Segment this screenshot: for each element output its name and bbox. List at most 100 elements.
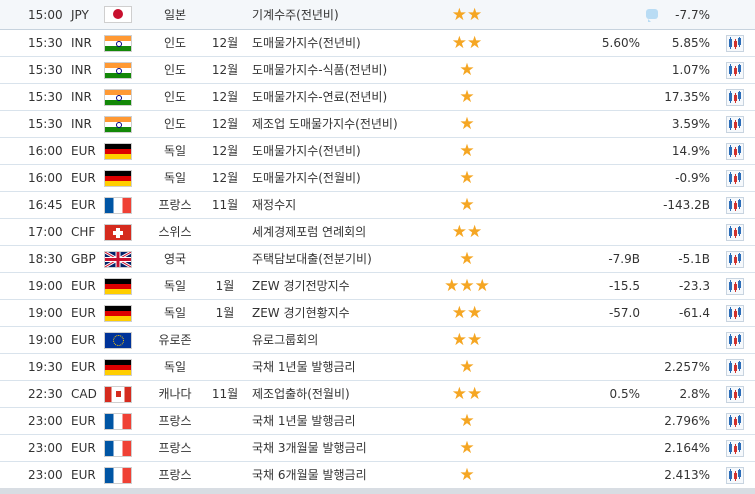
table-row[interactable]: 16:45 EUR 프랑스 11월 재정수지 ★ -143.2B (0, 192, 755, 219)
event-name[interactable]: 도매물가지수-식품(전년비) (252, 57, 432, 84)
event-name[interactable]: ZEW 경기현황지수 (252, 300, 432, 327)
event-period: 12월 (211, 144, 239, 158)
importance-stars: ★★ (451, 330, 483, 350)
chart-icon[interactable] (726, 386, 744, 403)
event-name[interactable]: 재정수지 (252, 192, 432, 219)
table-row[interactable]: 19:00 EUR 독일 1월 ZEW 경기전망지수 ★★★ -15.5 -23… (0, 273, 755, 300)
event-name[interactable]: 국채 6개월물 발행금리 (252, 462, 432, 489)
previous-value: 3.59% (671, 117, 710, 131)
country-flag-icon (104, 332, 132, 349)
chart-icon[interactable] (726, 89, 744, 106)
chart-icon[interactable] (726, 62, 744, 79)
event-name[interactable]: 유로그룹회의 (252, 327, 432, 354)
chart-icon[interactable] (726, 332, 744, 349)
event-name[interactable]: 기계수주(전년비) (252, 0, 432, 30)
chart-icon[interactable] (726, 467, 744, 484)
event-name[interactable]: 세계경제포럼 연례회의 (252, 219, 432, 246)
event-period: 12월 (211, 171, 239, 185)
country-flag-icon (104, 6, 132, 23)
table-row[interactable]: 18:30 GBP 영국 주택담보대출(전분기비) ★ -7.9B -5.1B (0, 246, 755, 273)
event-period: 12월 (211, 63, 239, 77)
table-row[interactable]: 15:00 JPY 일본 기계수주(전년비) ★★ -7.7% (0, 0, 755, 30)
chart-icon[interactable] (726, 35, 744, 52)
chart-icon[interactable] (726, 170, 744, 187)
chart-icon[interactable] (726, 143, 744, 160)
chart-icon[interactable] (726, 197, 744, 214)
previous-value: 2.257% (664, 360, 710, 374)
table-row[interactable]: 16:00 EUR 독일 12월 도매물가지수(전년비) ★ 14.9% (0, 138, 755, 165)
country-flag-icon (104, 197, 132, 214)
country-name: 독일 (163, 279, 187, 293)
event-name[interactable]: 제조업출하(전월비) (252, 381, 432, 408)
country-flag-icon (104, 170, 132, 187)
event-time: 23:00 (28, 468, 63, 482)
event-time: 19:30 (28, 360, 63, 374)
previous-value: -61.4 (678, 306, 710, 320)
country-name: 독일 (163, 360, 187, 374)
event-time: 19:00 (28, 279, 63, 293)
importance-stars: ★★ (451, 222, 483, 242)
event-period: 12월 (211, 90, 239, 104)
country-name: 스위스 (158, 225, 192, 239)
currency-code: EUR (71, 468, 96, 482)
country-flag-icon (104, 440, 132, 457)
chart-icon[interactable] (726, 440, 744, 457)
table-row[interactable]: 15:30 INR 인도 12월 제조업 도매물가지수(전년비) ★ 3.59% (0, 111, 755, 138)
event-name[interactable]: 국채 1년물 발행금리 (252, 408, 432, 435)
chart-icon[interactable] (726, 224, 744, 241)
event-name[interactable]: 주택담보대출(전분기비) (252, 246, 432, 273)
event-name[interactable]: 도매물가지수(전월비) (252, 165, 432, 192)
event-period: 1월 (215, 306, 235, 320)
table-row[interactable]: 23:00 EUR 프랑스 국채 6개월물 발행금리 ★ 2.413% (0, 462, 755, 489)
importance-stars: ★ (459, 141, 475, 161)
horizontal-scrollbar[interactable] (0, 488, 755, 494)
table-row[interactable]: 23:00 EUR 프랑스 국채 3개월물 발행금리 ★ 2.164% (0, 435, 755, 462)
table-row[interactable]: 15:30 INR 인도 12월 도매물가지수-식품(전년비) ★ 1.07% (0, 57, 755, 84)
previous-value: -143.2B (663, 198, 710, 212)
currency-code: EUR (71, 306, 96, 320)
table-row[interactable]: 19:00 EUR 독일 1월 ZEW 경기현황지수 ★★ -57.0 -61.… (0, 300, 755, 327)
country-name: 독일 (163, 306, 187, 320)
actual-value: -7.9B (608, 252, 640, 266)
event-name[interactable]: 도매물가지수(전년비) (252, 138, 432, 165)
chart-icon[interactable] (726, 251, 744, 268)
event-name[interactable]: 제조업 도매물가지수(전년비) (252, 111, 432, 138)
previous-value: 2.8% (679, 387, 711, 401)
chart-icon[interactable] (726, 413, 744, 430)
importance-stars: ★ (459, 249, 475, 269)
previous-value: 2.413% (664, 468, 710, 482)
table-row[interactable]: 22:30 CAD 캐나다 11월 제조업출하(전월비) ★★ 0.5% 2.8… (0, 381, 755, 408)
event-time: 19:00 (28, 333, 63, 347)
country-flag-icon (104, 35, 132, 52)
table-row[interactable]: 15:30 INR 인도 12월 도매물가지수(전년비) ★★ 5.60% 5.… (0, 30, 755, 57)
table-row[interactable]: 17:00 CHF 스위스 세계경제포럼 연례회의 ★★ (0, 219, 755, 246)
country-flag-icon (104, 62, 132, 79)
event-name[interactable]: 국채 1년물 발행금리 (252, 354, 432, 381)
event-name[interactable]: ZEW 경기전망지수 (252, 273, 432, 300)
actual-value: 0.5% (609, 387, 641, 401)
event-name[interactable]: 국채 3개월물 발행금리 (252, 435, 432, 462)
importance-stars: ★ (459, 87, 475, 107)
country-name: 인도 (163, 36, 187, 50)
event-period: 1월 (215, 279, 235, 293)
table-row[interactable]: 15:30 INR 인도 12월 도매물가지수-연료(전년비) ★ 17.35% (0, 84, 755, 111)
chart-icon[interactable] (726, 359, 744, 376)
table-row[interactable]: 23:00 EUR 프랑스 국채 1년물 발행금리 ★ 2.796% (0, 408, 755, 435)
currency-code: INR (71, 90, 92, 104)
country-name: 인도 (163, 117, 187, 131)
chart-icon[interactable] (726, 278, 744, 295)
chart-icon[interactable] (726, 305, 744, 322)
table-row[interactable]: 16:00 EUR 독일 12월 도매물가지수(전월비) ★ -0.9% (0, 165, 755, 192)
table-row[interactable]: 19:30 EUR 독일 국채 1년물 발행금리 ★ 2.257% (0, 354, 755, 381)
table-row[interactable]: 19:00 EUR 유로존 유로그룹회의 ★★ (0, 327, 755, 354)
event-name[interactable]: 도매물가지수(전년비) (252, 30, 432, 57)
event-time: 15:00 (28, 8, 63, 22)
event-name[interactable]: 도매물가지수-연료(전년비) (252, 84, 432, 111)
importance-stars: ★ (459, 168, 475, 188)
currency-code: EUR (71, 441, 96, 455)
comment-icon[interactable] (646, 9, 658, 22)
chart-icon[interactable] (726, 116, 744, 133)
previous-value: 1.07% (671, 63, 710, 77)
event-time: 16:00 (28, 171, 63, 185)
previous-value: -23.3 (678, 279, 710, 293)
